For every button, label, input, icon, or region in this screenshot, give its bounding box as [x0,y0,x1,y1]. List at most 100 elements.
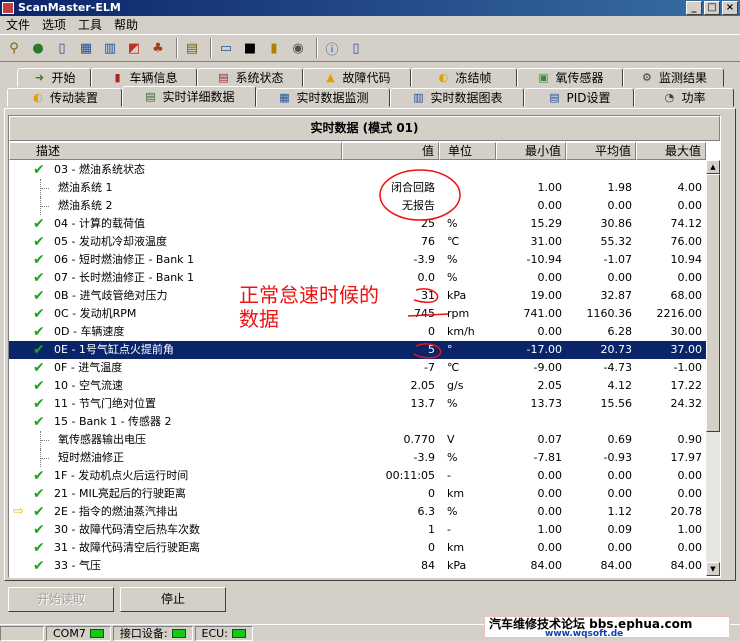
interface-led-icon [171,628,186,638]
table-row[interactable]: 氧传感器输出电压 0.770 V 0.07 0.69 0.90 [9,431,706,449]
cell-unit: % [447,451,458,464]
tab-live-graph[interactable]: ▥ 实时数据图表 [390,88,524,107]
battery-icon[interactable]: ▮ [264,38,284,58]
table-row[interactable]: ✔ 05 - 发动机冷却液温度 76 ℃ 31.00 55.32 76.00 [9,233,706,251]
watermark-sub: www.wqsoft.de [545,629,624,639]
cell-min: 84.00 [530,559,563,572]
cell-value: 84 [421,559,435,572]
tab-transmission[interactable]: ◐ 传动装置 [7,88,122,107]
scroll-thumb[interactable] [706,174,720,432]
cell-value: 13.7 [410,397,436,410]
tab-freeze-frame[interactable]: ◐ 冻结帧 [411,68,517,87]
status-ecu: ECU: [194,625,253,641]
cell-max [636,161,706,179]
document-icon[interactable]: ▯ [52,38,72,58]
status-sizegrip [0,625,44,641]
menu-options[interactable]: 选项 [36,16,72,34]
tab-start[interactable]: ➜ 开始 [17,68,91,87]
tab-vehicle-info[interactable]: ▮ 车辆信息 [91,68,197,87]
menu-help[interactable]: 帮助 [108,16,144,34]
cell-min: 31.00 [530,235,563,248]
tab-live-detail[interactable]: ▤ 实时详细数据 [122,86,256,107]
table-row[interactable]: 燃油系统 2 无报告 0.00 0.00 0.00 [9,197,706,215]
scroll-down-icon[interactable]: ▼ [706,562,720,576]
table-row[interactable]: 短时燃油修正 -3.9% -7.81 -0.93 17.97 [9,449,706,467]
table-row[interactable]: ✔ 0F - 进气温度 -7 ℃ -9.00 -4.73 -1.00 [9,359,706,377]
menu-tools[interactable]: 工具 [72,16,108,34]
terminal-icon[interactable]: ■ [240,38,260,58]
close-button[interactable]: × [722,1,738,15]
engine-icon[interactable]: ♣ [148,38,168,58]
table-row[interactable]: ✔ 0E - 1号气缸点火提前角 5 ° -17.00 20.73 37.00 [9,341,706,359]
header-max[interactable]: 最大值 [636,142,706,160]
table-row[interactable]: 燃油系统 1 闭合回路 1.00 1.98 4.00 [9,179,706,197]
header-description[interactable]: 描述 [9,142,342,160]
header-value[interactable]: 值 [342,142,439,160]
tab-oxygen-sensor[interactable]: ▣ 氧传感器 [517,68,623,87]
table-row[interactable]: ✔ 10 - 空气流速 2.05 g/s 2.05 4.12 17.22 [9,377,706,395]
table-row[interactable]: ✔ 11 - 节气门绝对位置 13.7% 13.73 15.56 24.32 [9,395,706,413]
tab-monitor-results[interactable]: ⚙ 监测结果 [623,68,724,87]
cell-value [342,413,439,431]
table-row[interactable]: ⇨ ✔ 2E - 指令的燃油蒸汽排出 6.3% 0.00 1.12 20.78 [9,503,706,521]
cell-value [342,161,439,179]
description-text: 0B - 进气歧管绝对压力 [54,289,168,302]
check-icon: ✔ [33,324,45,340]
tab-live-monitor[interactable]: ▦ 实时数据监测 [256,88,390,107]
com-label: COM7 [53,626,86,640]
cell-max: 84.00 [670,559,703,572]
cell-unit: km/h [447,325,475,338]
start-reading-button[interactable]: 开始读取 [8,587,114,612]
table-row[interactable]: ✔ 21 - MIL亮起后的行驶距离 0 km 0.00 0.00 0.00 [9,485,706,503]
header-min[interactable]: 最小值 [496,142,566,160]
tab-row-1: ➜ 开始 ▮ 车辆信息 ▤ 系统状态 ▲ 故障代码 ◐ 冻结帧 ▣ 氧传感器 ⚙ 监测结果 [0,68,740,88]
maximize-button[interactable]: □ [704,1,720,15]
chart-icon[interactable]: ▥ [100,38,120,58]
exit-icon[interactable]: ▯ [346,38,366,58]
cell-description: ✔ 06 - 短时燃油修正 - Bank 1 [9,251,342,269]
cell-description: ✔ 33 - 气压 [9,557,342,575]
cell-unit: % [447,271,458,284]
clipboard-icon[interactable]: ▤ [182,38,202,58]
table-row[interactable]: ✔ 33 - 气压 84 kPa 84.00 84.00 84.00 [9,557,706,575]
table-row[interactable]: ✔ 06 - 短时燃油修正 - Bank 1 -3.9% -10.94 -1.07 10.… [9,251,706,269]
table-row[interactable]: ✔ 04 - 计算的载荷值 25% 15.29 30.86 74.12 [9,215,706,233]
tab-power[interactable]: ◔ 功率 [634,88,734,107]
vertical-scrollbar[interactable]: ▲ ▼ [706,160,720,576]
cell-avg [566,413,636,431]
tab-system-status[interactable]: ▤ 系统状态 [197,68,303,87]
gauge-icon[interactable]: ◉ [288,38,308,58]
tab-pid-settings[interactable]: ▤ PID设置 [524,88,634,107]
description-text: 0F - 进气温度 [54,361,123,374]
stop-button[interactable]: 停止 [120,587,226,612]
cell-description: ✔ 30 - 故障代码清空后热车次数 [9,521,342,539]
tree-branch-line [40,197,50,215]
info-icon[interactable]: ⓘ [322,38,342,58]
minimize-button[interactable]: _ [686,1,702,15]
table-icon[interactable]: ▦ [76,38,96,58]
table-row[interactable]: ✔ 30 - 故障代码清空后热车次数 1- 1.00 0.09 1.00 [9,521,706,539]
header-avg[interactable]: 平均值 [566,142,636,160]
globe-icon[interactable]: ● [28,38,48,58]
tiles-icon[interactable]: ◩ [124,38,144,58]
table-row[interactable]: ✔ 03 - 燃油系统状态 [9,161,706,179]
monitor-icon[interactable]: ▭ [216,38,236,58]
cell-unit: % [447,217,458,230]
cell-unit: ℃ [447,361,460,374]
table-row[interactable]: ✔ 15 - Bank 1 - 传感器 2 [9,413,706,431]
cell-max: 0.00 [677,487,703,500]
cell-max: 0.00 [677,199,703,212]
scroll-up-icon[interactable]: ▲ [706,160,720,174]
menu-file[interactable]: 文件 [0,16,36,34]
check-icon: ✔ [33,162,45,178]
cell-description: ✔ 31 - 故障代码清空后行驶距离 [9,539,342,557]
table-row[interactable]: ✔ 31 - 故障代码清空后行驶距离 0 km 0.00 0.00 0.00 [9,539,706,557]
tree-branch-line [40,431,50,449]
table-row[interactable]: ✔ 1F - 发动机点火后运行时间 00:11:05- 0.00 0.00 0.00 [9,467,706,485]
cell-unit: kPa [447,559,467,572]
header-unit[interactable]: 单位 [439,142,496,160]
connect-icon[interactable]: ⚲ [4,38,24,58]
description-text: 30 - 故障代码清空后热车次数 [54,523,200,536]
check-icon: ✔ [33,252,45,268]
tab-trouble-codes[interactable]: ▲ 故障代码 [303,68,411,87]
